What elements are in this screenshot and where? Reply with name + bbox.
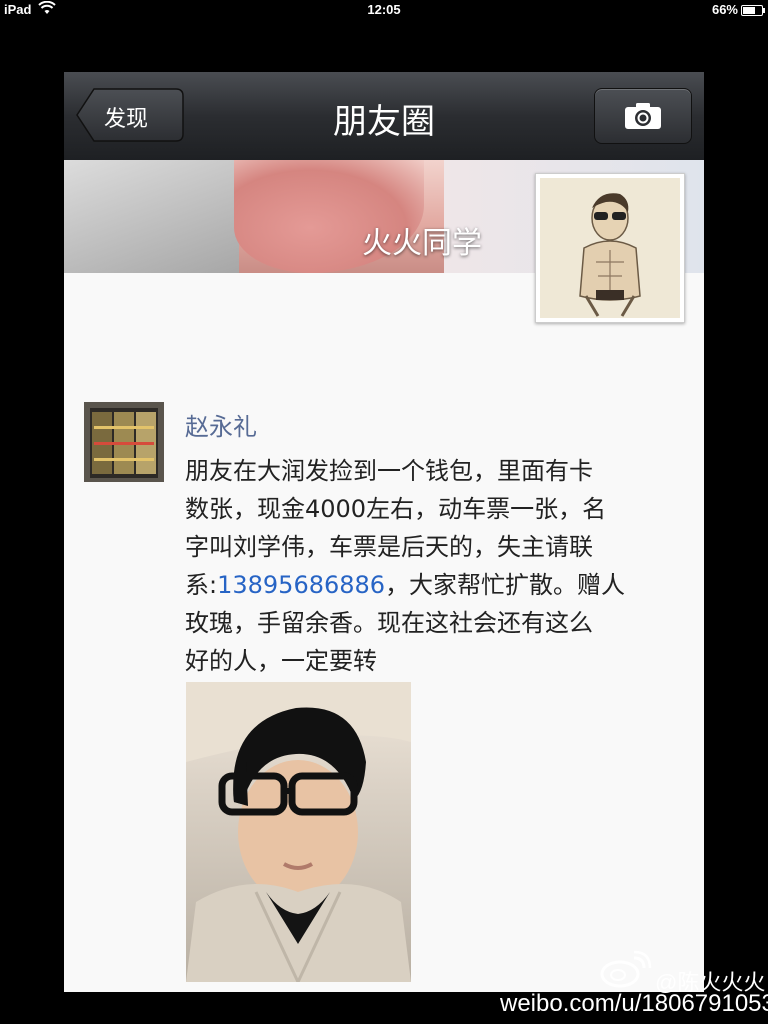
profile-avatar[interactable] [535, 173, 685, 323]
nav-bar: 发现 朋友圈 [64, 72, 704, 161]
camera-button[interactable] [594, 88, 692, 144]
post-text-line: 玫瑰，手留余香。现在这社会还有这么 [185, 609, 593, 637]
post-text-line: 好的人，一定要转 [185, 647, 377, 675]
camera-icon [625, 103, 661, 129]
profile-avatar-image [540, 178, 680, 318]
author-avatar[interactable] [84, 402, 164, 482]
post-photo[interactable] [186, 682, 411, 982]
post-text-line: 字叫刘学伟，车票是后天的，失主请联 [185, 533, 593, 561]
status-bar: iPad 12:05 66% [0, 0, 768, 20]
post-text-line: 朋友在大润发捡到一个钱包，里面有卡 [185, 457, 593, 485]
watermark-url: weibo.com/u/1806791053 [500, 990, 768, 1017]
post-text-fragment: 系: [185, 571, 218, 599]
battery-icon [741, 5, 765, 16]
post-text-line: 数张，现金4000左右，动车票一张，名 [185, 495, 607, 523]
post-text: 朋友在大润发捡到一个钱包，里面有卡 数张，现金4000左右，动车票一张，名 字叫… [185, 452, 675, 680]
moments-window: 发现 朋友圈 火火同学 赵永礼 朋友在大润发捡到一个钱包，里面有卡 数张，现金4… [64, 72, 704, 992]
post-text-line: 系:13895686886，大家帮忙扩散。赠人 [185, 566, 675, 604]
battery-percent: 66% [711, 2, 738, 17]
clock: 12:05 [367, 2, 401, 17]
post-text-fragment: ，大家帮忙扩散。赠人 [385, 571, 626, 599]
cover-shirt [64, 160, 239, 273]
post-author[interactable]: 赵永礼 [185, 407, 257, 442]
cover-username: 火火同学 [362, 226, 482, 261]
phone-link[interactable]: 13895686886 [217, 571, 385, 599]
weibo-logo-icon [600, 950, 652, 988]
